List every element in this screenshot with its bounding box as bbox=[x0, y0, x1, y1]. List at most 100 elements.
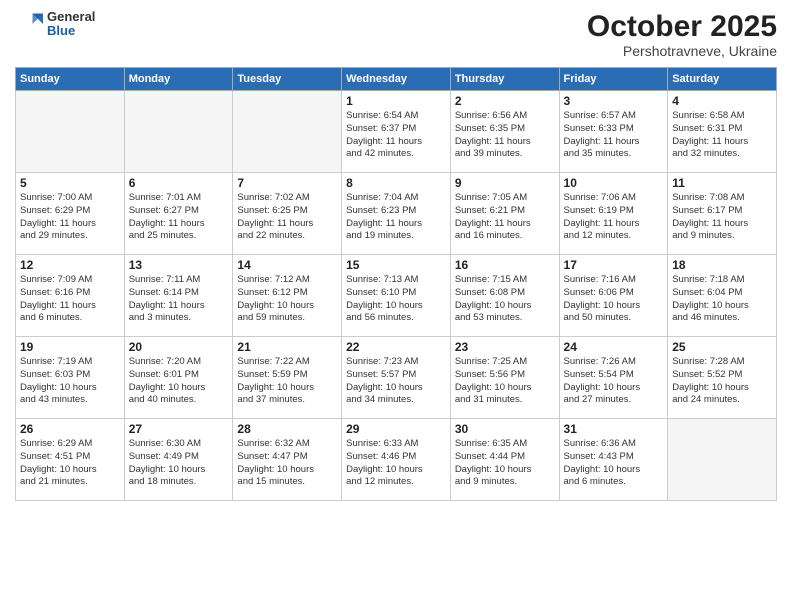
weekday-row: SundayMondayTuesdayWednesdayThursdayFrid… bbox=[16, 68, 777, 91]
day-info: Sunrise: 6:54 AM Sunset: 6:37 PM Dayligh… bbox=[346, 110, 446, 161]
day-info: Sunrise: 6:58 AM Sunset: 6:31 PM Dayligh… bbox=[672, 110, 772, 161]
weekday-header-sunday: Sunday bbox=[16, 68, 125, 91]
day-info: Sunrise: 7:28 AM Sunset: 5:52 PM Dayligh… bbox=[672, 356, 772, 407]
day-number: 7 bbox=[237, 176, 337, 190]
calendar-body: 1 Sunrise: 6:54 AM Sunset: 6:37 PM Daylig… bbox=[16, 91, 777, 501]
logo-text: General Blue bbox=[47, 10, 95, 39]
calendar-cell: 10 Sunrise: 7:06 AM Sunset: 6:19 PM Dayli… bbox=[559, 173, 668, 255]
day-number: 9 bbox=[455, 176, 555, 190]
day-info: Sunrise: 7:22 AM Sunset: 5:59 PM Dayligh… bbox=[237, 356, 337, 407]
day-number: 21 bbox=[237, 340, 337, 354]
day-number: 17 bbox=[564, 258, 664, 272]
day-number: 1 bbox=[346, 94, 446, 108]
calendar-week-2: 5Sunrise: 7:00 AM Sunset: 6:29 PM Daylig… bbox=[16, 173, 777, 255]
day-number: 16 bbox=[455, 258, 555, 272]
calendar-cell: 26Sunrise: 6:29 AM Sunset: 4:51 PM Dayli… bbox=[16, 419, 125, 501]
page: General Blue October 2025 Pershotravneve… bbox=[0, 0, 792, 612]
weekday-header-monday: Monday bbox=[124, 68, 233, 91]
logo: General Blue bbox=[15, 10, 95, 39]
calendar-cell: 22 Sunrise: 7:23 AM Sunset: 5:57 PM Dayli… bbox=[342, 337, 451, 419]
day-info: Sunrise: 6:36 AM Sunset: 4:43 PM Dayligh… bbox=[564, 438, 664, 489]
day-number: 4 bbox=[672, 94, 772, 108]
day-info: Sunrise: 6:56 AM Sunset: 6:35 PM Dayligh… bbox=[455, 110, 555, 161]
calendar-cell: 27Sunrise: 6:30 AM Sunset: 4:49 PM Dayli… bbox=[124, 419, 233, 501]
day-number: 30 bbox=[455, 422, 555, 436]
title-block: October 2025 Pershotravneve, Ukraine bbox=[587, 10, 777, 59]
logo-general-text: General bbox=[47, 10, 95, 24]
calendar-cell: 13Sunrise: 7:11 AM Sunset: 6:14 PM Dayli… bbox=[124, 255, 233, 337]
day-info: Sunrise: 7:05 AM Sunset: 6:21 PM Dayligh… bbox=[455, 192, 555, 243]
calendar-cell: 4 Sunrise: 6:58 AM Sunset: 6:31 PM Daylig… bbox=[668, 91, 777, 173]
calendar-cell: 1 Sunrise: 6:54 AM Sunset: 6:37 PM Daylig… bbox=[342, 91, 451, 173]
calendar-cell bbox=[668, 419, 777, 501]
day-info: Sunrise: 6:32 AM Sunset: 4:47 PM Dayligh… bbox=[237, 438, 337, 489]
calendar-table: SundayMondayTuesdayWednesdayThursdayFrid… bbox=[15, 67, 777, 501]
calendar-week-1: 1 Sunrise: 6:54 AM Sunset: 6:37 PM Daylig… bbox=[16, 91, 777, 173]
calendar-cell bbox=[233, 91, 342, 173]
day-number: 31 bbox=[564, 422, 664, 436]
day-info: Sunrise: 7:23 AM Sunset: 5:57 PM Dayligh… bbox=[346, 356, 446, 407]
weekday-header-thursday: Thursday bbox=[450, 68, 559, 91]
day-info: Sunrise: 7:00 AM Sunset: 6:29 PM Dayligh… bbox=[20, 192, 120, 243]
day-number: 12 bbox=[20, 258, 120, 272]
day-number: 29 bbox=[346, 422, 446, 436]
calendar-cell bbox=[16, 91, 125, 173]
day-number: 10 bbox=[564, 176, 664, 190]
day-number: 11 bbox=[672, 176, 772, 190]
calendar-cell: 28 Sunrise: 6:32 AM Sunset: 4:47 PM Dayli… bbox=[233, 419, 342, 501]
day-info: Sunrise: 7:16 AM Sunset: 6:06 PM Dayligh… bbox=[564, 274, 664, 325]
day-info: Sunrise: 7:06 AM Sunset: 6:19 PM Dayligh… bbox=[564, 192, 664, 243]
day-number: 28 bbox=[237, 422, 337, 436]
calendar-cell: 20Sunrise: 7:20 AM Sunset: 6:01 PM Dayli… bbox=[124, 337, 233, 419]
day-info: Sunrise: 7:02 AM Sunset: 6:25 PM Dayligh… bbox=[237, 192, 337, 243]
header: General Blue October 2025 Pershotravneve… bbox=[15, 10, 777, 59]
calendar-cell: 29Sunrise: 6:33 AM Sunset: 4:46 PM Dayli… bbox=[342, 419, 451, 501]
calendar-week-4: 19 Sunrise: 7:19 AM Sunset: 6:03 PM Dayli… bbox=[16, 337, 777, 419]
calendar-cell: 15Sunrise: 7:13 AM Sunset: 6:10 PM Dayli… bbox=[342, 255, 451, 337]
day-number: 8 bbox=[346, 176, 446, 190]
day-info: Sunrise: 7:25 AM Sunset: 5:56 PM Dayligh… bbox=[455, 356, 555, 407]
weekday-header-tuesday: Tuesday bbox=[233, 68, 342, 91]
day-number: 19 bbox=[20, 340, 120, 354]
calendar-cell: 12 Sunrise: 7:09 AM Sunset: 6:16 PM Dayli… bbox=[16, 255, 125, 337]
calendar-cell: 31 Sunrise: 6:36 AM Sunset: 4:43 PM Dayli… bbox=[559, 419, 668, 501]
calendar-cell: 14 Sunrise: 7:12 AM Sunset: 6:12 PM Dayli… bbox=[233, 255, 342, 337]
day-number: 2 bbox=[455, 94, 555, 108]
calendar-cell: 19 Sunrise: 7:19 AM Sunset: 6:03 PM Dayli… bbox=[16, 337, 125, 419]
calendar-cell: 7 Sunrise: 7:02 AM Sunset: 6:25 PM Daylig… bbox=[233, 173, 342, 255]
day-info: Sunrise: 6:30 AM Sunset: 4:49 PM Dayligh… bbox=[129, 438, 229, 489]
day-info: Sunrise: 7:08 AM Sunset: 6:17 PM Dayligh… bbox=[672, 192, 772, 243]
title-location: Pershotravneve, Ukraine bbox=[587, 43, 777, 59]
day-info: Sunrise: 6:35 AM Sunset: 4:44 PM Dayligh… bbox=[455, 438, 555, 489]
calendar-cell: 17 Sunrise: 7:16 AM Sunset: 6:06 PM Dayli… bbox=[559, 255, 668, 337]
calendar-cell: 2 Sunrise: 6:56 AM Sunset: 6:35 PM Daylig… bbox=[450, 91, 559, 173]
title-month: October 2025 bbox=[587, 10, 777, 43]
day-info: Sunrise: 7:01 AM Sunset: 6:27 PM Dayligh… bbox=[129, 192, 229, 243]
day-number: 3 bbox=[564, 94, 664, 108]
calendar-cell: 30 Sunrise: 6:35 AM Sunset: 4:44 PM Dayli… bbox=[450, 419, 559, 501]
day-info: Sunrise: 7:04 AM Sunset: 6:23 PM Dayligh… bbox=[346, 192, 446, 243]
day-info: Sunrise: 7:12 AM Sunset: 6:12 PM Dayligh… bbox=[237, 274, 337, 325]
calendar-header: SundayMondayTuesdayWednesdayThursdayFrid… bbox=[16, 68, 777, 91]
calendar-cell: 16Sunrise: 7:15 AM Sunset: 6:08 PM Dayli… bbox=[450, 255, 559, 337]
calendar-cell: 24Sunrise: 7:26 AM Sunset: 5:54 PM Dayli… bbox=[559, 337, 668, 419]
calendar-cell: 21 Sunrise: 7:22 AM Sunset: 5:59 PM Dayli… bbox=[233, 337, 342, 419]
calendar-week-3: 12 Sunrise: 7:09 AM Sunset: 6:16 PM Dayli… bbox=[16, 255, 777, 337]
logo-icon bbox=[15, 10, 43, 38]
day-info: Sunrise: 7:18 AM Sunset: 6:04 PM Dayligh… bbox=[672, 274, 772, 325]
day-info: Sunrise: 7:26 AM Sunset: 5:54 PM Dayligh… bbox=[564, 356, 664, 407]
day-info: Sunrise: 7:19 AM Sunset: 6:03 PM Dayligh… bbox=[20, 356, 120, 407]
calendar-cell: 23Sunrise: 7:25 AM Sunset: 5:56 PM Dayli… bbox=[450, 337, 559, 419]
logo-blue-text: Blue bbox=[47, 24, 95, 38]
day-info: Sunrise: 7:13 AM Sunset: 6:10 PM Dayligh… bbox=[346, 274, 446, 325]
calendar-cell: 6Sunrise: 7:01 AM Sunset: 6:27 PM Daylig… bbox=[124, 173, 233, 255]
calendar-cell: 11 Sunrise: 7:08 AM Sunset: 6:17 PM Dayli… bbox=[668, 173, 777, 255]
calendar-cell: 8 Sunrise: 7:04 AM Sunset: 6:23 PM Daylig… bbox=[342, 173, 451, 255]
day-info: Sunrise: 7:09 AM Sunset: 6:16 PM Dayligh… bbox=[20, 274, 120, 325]
day-number: 13 bbox=[129, 258, 229, 272]
day-number: 18 bbox=[672, 258, 772, 272]
calendar-week-5: 26Sunrise: 6:29 AM Sunset: 4:51 PM Dayli… bbox=[16, 419, 777, 501]
day-number: 22 bbox=[346, 340, 446, 354]
calendar-cell: 9 Sunrise: 7:05 AM Sunset: 6:21 PM Daylig… bbox=[450, 173, 559, 255]
day-number: 14 bbox=[237, 258, 337, 272]
